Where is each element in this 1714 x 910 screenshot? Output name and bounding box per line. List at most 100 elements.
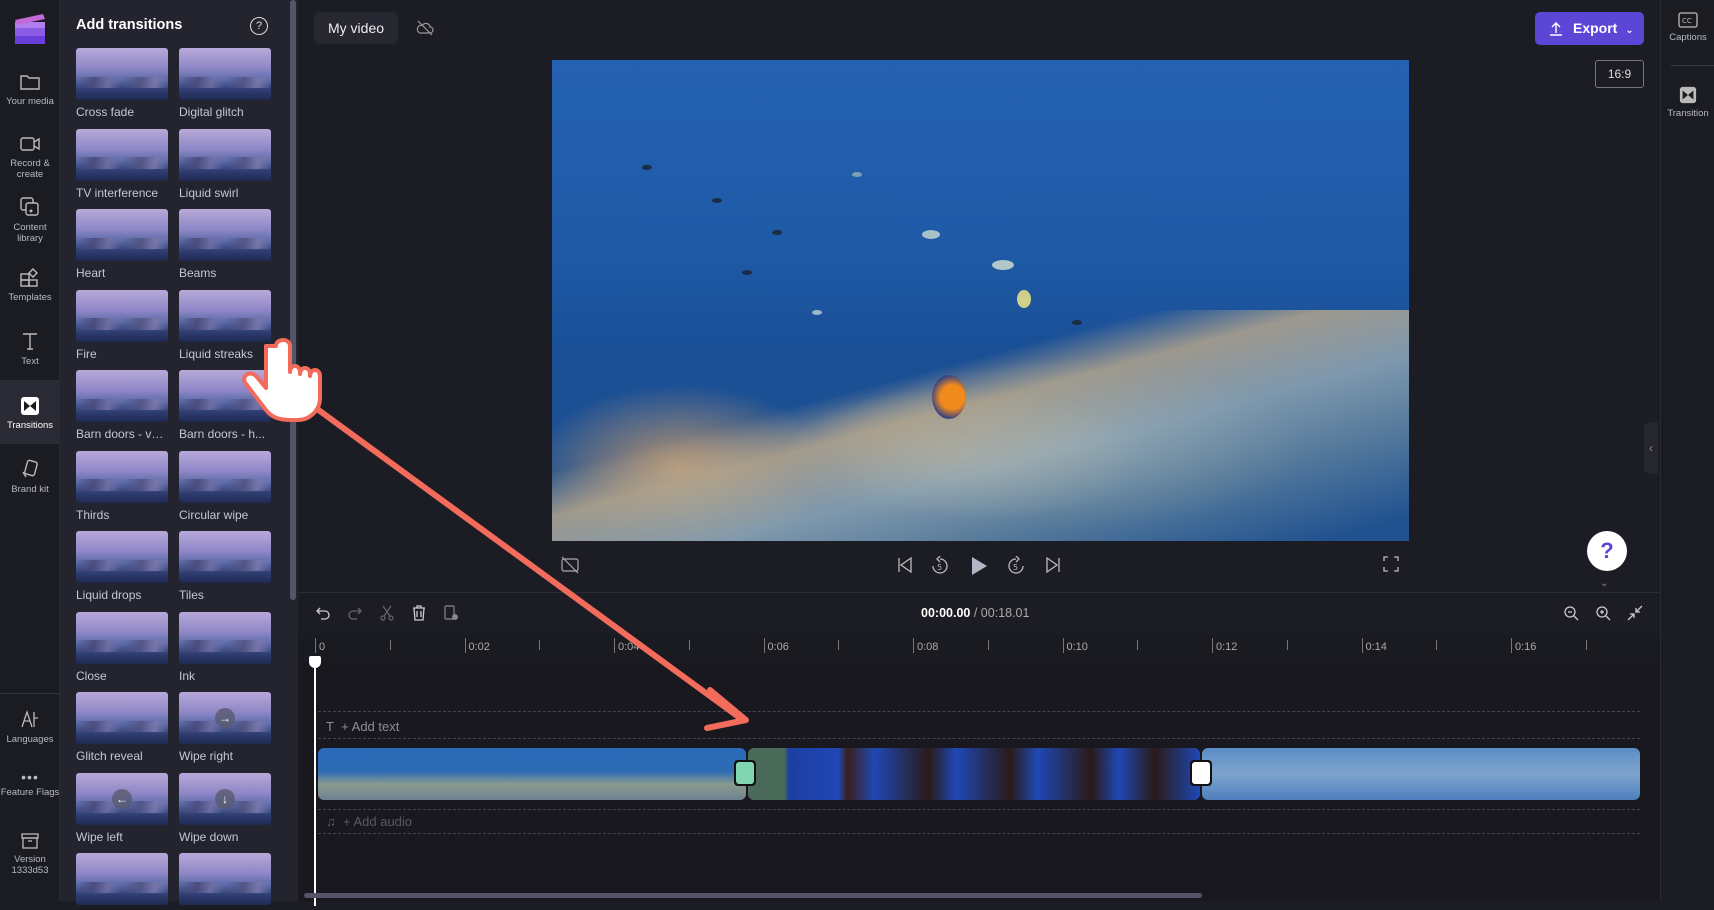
add-audio-track[interactable]: ♫ + Add audio xyxy=(326,814,412,829)
redo-icon[interactable] xyxy=(347,605,363,621)
nav-templates[interactable]: Templates xyxy=(0,266,60,303)
upload-icon xyxy=(1550,22,1562,36)
transition-tile[interactable]: Glitch reveal xyxy=(76,692,168,763)
transition-tile[interactable]: Liquid streaks xyxy=(179,289,271,361)
transition-thumbnail xyxy=(76,48,168,100)
ruler-label: 0:04 xyxy=(618,641,640,653)
nav-label: Text xyxy=(21,356,39,367)
transition-tile[interactable] xyxy=(76,853,168,910)
right-item-captions[interactable]: CC Captions xyxy=(1661,12,1714,43)
transition-thumbnail xyxy=(179,128,271,181)
transition-label: Wipe right xyxy=(179,749,234,763)
playhead[interactable] xyxy=(309,656,321,906)
play-icon[interactable] xyxy=(970,556,988,576)
left-nav: Your media Record & create Content libra… xyxy=(0,0,60,901)
right-divider xyxy=(1671,65,1714,66)
nav-label: Languages xyxy=(6,734,54,745)
nav-feature-flags[interactable]: ••• Feature Flags xyxy=(0,770,60,798)
video-clip-fish-school[interactable] xyxy=(1202,748,1640,800)
transition-label: Cross fade xyxy=(76,105,135,119)
captions-icon: CC xyxy=(1678,12,1698,28)
ruler-minor-tick xyxy=(1286,640,1288,650)
transition-tile[interactable]: Heart xyxy=(76,209,168,280)
folder-icon xyxy=(20,75,40,90)
cloud-off-icon[interactable] xyxy=(416,20,434,36)
aspect-ratio-button[interactable]: 16:9 xyxy=(1595,60,1644,88)
rewind-5-icon[interactable]: 5 xyxy=(930,556,950,576)
delete-icon[interactable] xyxy=(411,605,427,621)
captions-off-icon[interactable] xyxy=(560,556,580,574)
nav-your-media[interactable]: Your media xyxy=(0,72,60,107)
timeline-scrollbar[interactable] xyxy=(304,893,1202,898)
ruler-tick xyxy=(315,638,316,653)
transition-thumbnail: → xyxy=(179,692,271,744)
nav-label: Transitions xyxy=(6,420,54,431)
transition-tile[interactable]: Fire xyxy=(76,289,168,361)
video-clip-diver[interactable] xyxy=(748,748,1200,800)
svg-text:5: 5 xyxy=(937,563,942,572)
transition-tile[interactable]: Ink xyxy=(179,611,271,683)
transition-tile[interactable]: Liquid drops xyxy=(76,531,168,602)
help-icon[interactable]: ? xyxy=(250,17,268,35)
panel-scrollbar[interactable] xyxy=(290,0,296,600)
transition-tile[interactable]: Circular wipe xyxy=(179,450,271,522)
nav-label: Your media xyxy=(6,96,54,107)
ruler-label: 0:16 xyxy=(1515,641,1537,653)
ruler-minor-tick xyxy=(1137,640,1139,650)
ruler-label: 0:12 xyxy=(1216,641,1238,653)
transition-tile[interactable]: Beams xyxy=(179,209,271,280)
forward-5-icon[interactable]: 5 xyxy=(1006,556,1026,576)
transition-marker[interactable] xyxy=(1190,760,1212,786)
nav-languages[interactable]: Languages xyxy=(0,708,60,745)
transition-tile[interactable]: TV interference xyxy=(76,128,168,200)
ruler-tick xyxy=(1062,638,1064,653)
transition-tile[interactable]: Barn doors - ve... xyxy=(76,370,168,441)
project-title[interactable]: My video xyxy=(314,12,399,44)
nav-content-library[interactable]: Content library xyxy=(0,196,60,244)
transition-marker[interactable] xyxy=(734,760,756,786)
add-text-track[interactable]: T + Add text xyxy=(326,719,399,734)
transition-tile[interactable] xyxy=(179,853,271,910)
templates-icon xyxy=(20,268,38,287)
transition-thumbnail xyxy=(179,611,271,664)
nav-transitions[interactable]: Transitions xyxy=(0,380,60,444)
right-panel: CC Captions Transition xyxy=(1660,0,1714,901)
transition-tile[interactable]: Thirds xyxy=(76,450,168,522)
transition-tile[interactable]: ← Wipe left xyxy=(76,772,168,844)
timeline-ruler[interactable]: 0 0:02 0:04 0:06 0:08 0:10 0:12 0:14 0:16 xyxy=(298,634,1660,662)
transition-thumbnail: ↓ xyxy=(179,772,271,825)
transition-tile[interactable]: Digital glitch xyxy=(179,48,271,119)
transition-thumbnail xyxy=(179,531,271,583)
transition-thumbnail xyxy=(179,450,271,503)
languages-icon xyxy=(21,709,38,728)
right-item-transition[interactable]: Transition xyxy=(1661,86,1714,119)
zoom-out-icon[interactable] xyxy=(1563,605,1579,621)
skip-back-icon[interactable] xyxy=(896,556,914,574)
nav-record-create[interactable]: Record & create xyxy=(0,134,60,180)
fullscreen-icon[interactable] xyxy=(1383,556,1399,572)
transition-tile[interactable]: ↓ Wipe down xyxy=(179,772,271,844)
nav-text[interactable]: Text xyxy=(0,330,60,367)
video-clip-reef[interactable] xyxy=(318,748,746,800)
export-button[interactable]: Export ⌄ xyxy=(1535,12,1644,45)
nav-label: Version 1333d53 xyxy=(11,854,49,876)
undo-icon[interactable] xyxy=(315,605,331,621)
transition-tile[interactable]: → Wipe right xyxy=(179,692,271,763)
split-icon[interactable] xyxy=(379,605,395,621)
transition-tile[interactable]: Close xyxy=(76,611,168,683)
orange-fish xyxy=(932,375,966,419)
transition-tile[interactable]: Liquid swirl xyxy=(179,128,271,200)
help-button[interactable]: ? xyxy=(1587,531,1627,571)
transition-label: Close xyxy=(76,668,107,683)
transition-tile[interactable]: Barn doors - h... xyxy=(179,370,271,441)
skip-forward-icon[interactable] xyxy=(1044,556,1062,574)
transition-tile[interactable]: Tiles xyxy=(179,531,271,602)
nav-brand-kit[interactable]: Brand kit xyxy=(0,458,60,495)
transition-tile[interactable]: Cross fade xyxy=(76,48,168,119)
fit-timeline-icon[interactable] xyxy=(1627,605,1643,621)
chevron-down-icon[interactable]: ⌄ xyxy=(1600,578,1608,589)
transition-label: Tiles xyxy=(179,588,204,602)
zoom-in-icon[interactable] xyxy=(1595,605,1611,621)
collapse-right-panel-button[interactable]: ‹ xyxy=(1644,422,1658,474)
add-media-icon[interactable] xyxy=(443,605,459,621)
